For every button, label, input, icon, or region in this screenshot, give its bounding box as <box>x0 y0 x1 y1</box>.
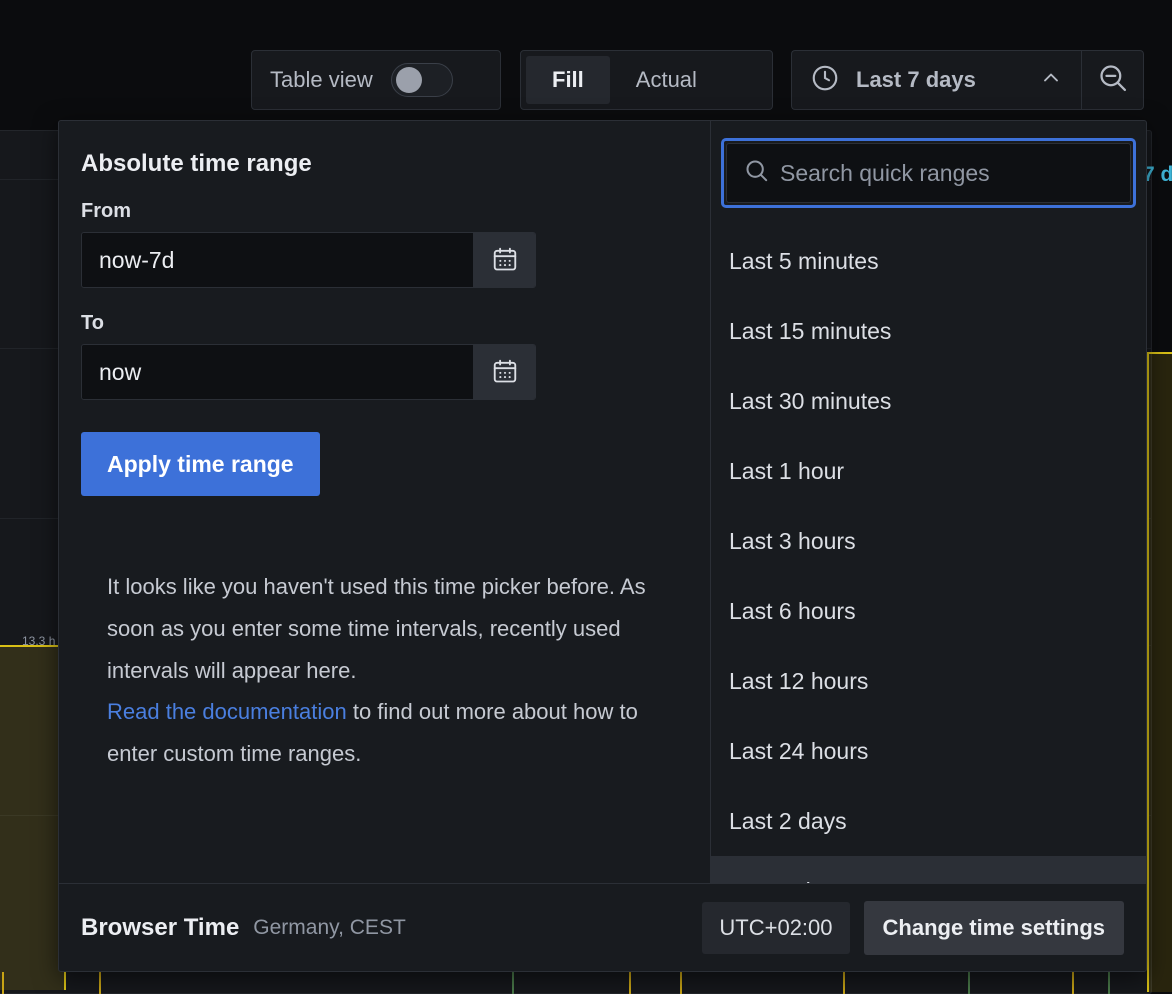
calendar-icon <box>491 357 519 388</box>
y-axis-tick-label: 13.3 h <box>22 634 55 648</box>
series-value-label: 7 d <box>1143 163 1172 187</box>
search-icon <box>743 157 770 189</box>
utc-offset-badge: UTC+02:00 <box>702 902 849 954</box>
fill-button[interactable]: Fill <box>526 56 610 104</box>
timezone-title: Browser Time <box>81 914 239 942</box>
popover-body: Absolute time range From <box>59 121 1146 883</box>
to-input[interactable] <box>82 345 473 399</box>
quick-range-item[interactable]: Last 24 hours <box>711 716 1146 786</box>
to-calendar-button[interactable] <box>473 345 535 399</box>
from-calendar-button[interactable] <box>473 233 535 287</box>
from-field-row[interactable] <box>81 232 536 288</box>
help-paragraph: It looks like you haven't used this time… <box>107 574 646 683</box>
quick-range-item[interactable]: Last 3 hours <box>711 506 1146 576</box>
search-input[interactable] <box>780 160 1114 187</box>
documentation-link[interactable]: Read the documentation <box>107 699 347 724</box>
quick-range-item[interactable]: Last 15 minutes <box>711 296 1146 366</box>
table-view-toggle[interactable] <box>391 63 453 97</box>
quick-range-item[interactable]: Last 6 hours <box>711 576 1146 646</box>
time-range-label: Last 7 days <box>856 67 976 93</box>
x-axis-tick <box>843 972 845 994</box>
x-axis-tick <box>99 972 101 994</box>
absolute-range-title: Absolute time range <box>81 150 688 178</box>
to-field-row[interactable] <box>81 344 536 400</box>
fill-actual-radio-group[interactable]: Fill Actual <box>520 50 773 110</box>
timezone-footer: Browser Time Germany, CEST UTC+02:00 Cha… <box>59 883 1146 971</box>
chevron-up-icon <box>1039 66 1063 95</box>
x-axis-tick <box>629 972 631 994</box>
quick-range-item-selected[interactable]: Last 7 days <box>711 856 1146 883</box>
actual-button[interactable]: Actual <box>610 56 723 104</box>
search-quick-ranges-field[interactable] <box>721 138 1136 208</box>
quick-range-item[interactable]: Last 30 minutes <box>711 366 1146 436</box>
x-axis-tick <box>2 972 4 994</box>
time-picker-help-text: It looks like you haven't used this time… <box>81 566 661 775</box>
table-view-control[interactable]: Table view <box>251 50 501 110</box>
quick-range-item[interactable]: Last 1 hour <box>711 436 1146 506</box>
quick-ranges-section: Last 5 minutes Last 15 minutes Last 30 m… <box>710 121 1146 883</box>
background-bar-right <box>1147 352 1172 992</box>
time-range-picker-button[interactable]: Last 7 days <box>791 50 1081 110</box>
x-axis-tick <box>1072 972 1074 994</box>
zoom-out-button[interactable] <box>1081 50 1144 110</box>
apply-time-range-button[interactable]: Apply time range <box>81 432 320 496</box>
background-bar-left <box>0 645 66 990</box>
search-field-inner <box>726 143 1131 203</box>
x-axis-tick <box>512 972 514 994</box>
quick-range-item[interactable]: Last 12 hours <box>711 646 1146 716</box>
from-input[interactable] <box>82 233 473 287</box>
quick-range-item[interactable]: Last 2 days <box>711 786 1146 856</box>
timezone-subtitle: Germany, CEST <box>253 916 405 940</box>
app-root: 13.3 h 7 d Table view Fill Actual <box>0 0 1172 994</box>
change-time-settings-button[interactable]: Change time settings <box>864 901 1124 955</box>
zoom-out-icon <box>1096 61 1130 100</box>
absolute-time-range-section: Absolute time range From <box>59 121 710 883</box>
from-field-label: From <box>81 200 688 223</box>
clock-icon <box>810 63 840 98</box>
x-axis-tick <box>968 972 970 994</box>
x-axis-tick <box>680 972 682 994</box>
calendar-icon <box>491 245 519 276</box>
panel-toolbar: Table view Fill Actual Last 7 days <box>0 0 1172 122</box>
quick-ranges-list[interactable]: Last 5 minutes Last 15 minutes Last 30 m… <box>711 214 1146 883</box>
to-field-label: To <box>81 312 688 335</box>
table-view-label: Table view <box>270 67 373 93</box>
toggle-off-icon <box>396 67 422 93</box>
x-axis-tick <box>1108 972 1110 994</box>
quick-range-item[interactable]: Last 5 minutes <box>711 226 1146 296</box>
time-range-picker-popover: Absolute time range From <box>58 120 1147 972</box>
